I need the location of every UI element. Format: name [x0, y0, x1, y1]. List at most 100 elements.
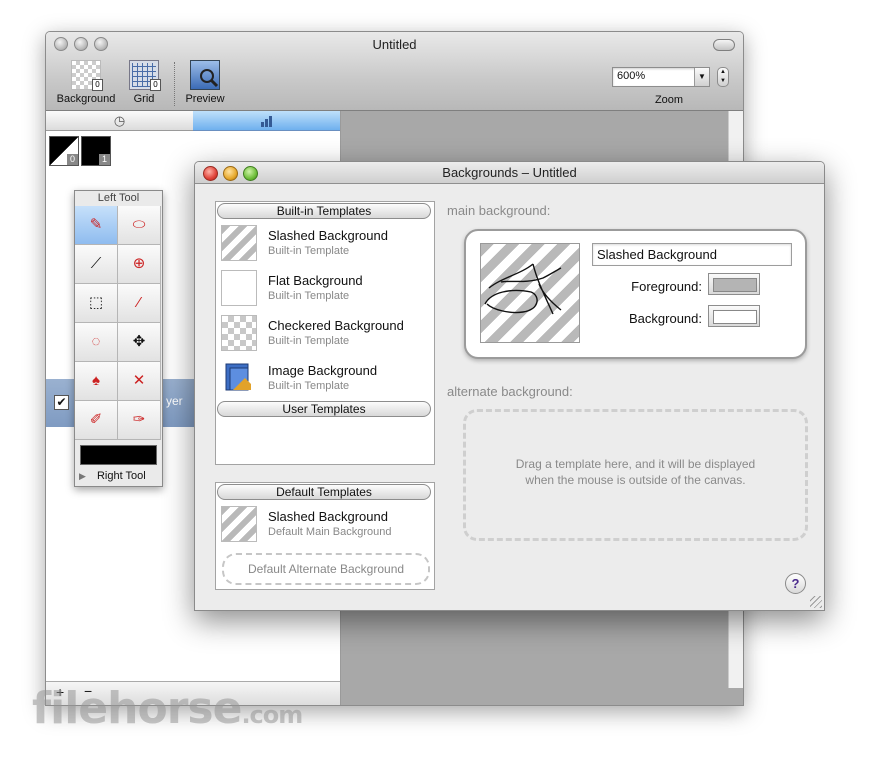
toolbar-background-button[interactable]: 0 Background [52, 60, 120, 105]
tab-layers[interactable] [193, 111, 340, 131]
user-templates-header: User Templates [217, 401, 431, 417]
scribble-icon [484, 263, 562, 315]
default-templates-box: Default Templates Slashed Background Def… [215, 482, 435, 590]
backgrounds-window: Backgrounds – Untitled Built-in Template… [194, 161, 825, 611]
color-swatch-1[interactable]: 1 [81, 136, 111, 166]
builtin-templates-header: Built-in Templates [217, 203, 431, 219]
preview-magnifier-icon [190, 60, 220, 90]
foreground-color [713, 278, 757, 292]
default-templates-header: Default Templates [217, 484, 431, 500]
flat-thumbnail [221, 270, 257, 306]
swatch-badge: 0 [67, 154, 78, 165]
pencil-icon: ✎ [89, 216, 103, 233]
toolbar-background-label: Background [56, 93, 116, 105]
badge-icon: 0 [92, 79, 103, 91]
toolbar-preview-button[interactable]: Preview [182, 60, 228, 105]
background-color-well[interactable] [708, 305, 760, 327]
eraser-brush-tool[interactable]: ✑ [118, 401, 161, 440]
window-title: Backgrounds – Untitled [442, 165, 577, 180]
brush-tool[interactable]: ✐ [75, 401, 118, 440]
right-tool-disclosure[interactable]: ▶ Right Tool [75, 470, 162, 482]
filehorse-watermark: filehorse.com [32, 683, 303, 734]
main-background-well[interactable]: Slashed Background Foreground: Backgroun… [464, 229, 807, 359]
zoom-combo[interactable]: 600% ▼ [612, 67, 710, 87]
tab-history[interactable]: ◷ [46, 111, 194, 131]
template-name: Image Background [268, 363, 378, 378]
brush-icon: ✐ [89, 411, 103, 428]
template-item-flat[interactable]: Flat Background Built-in Template [216, 267, 432, 311]
template-item-image[interactable]: Image Background Built-in Template [216, 357, 432, 401]
window-title: Untitled [372, 37, 417, 52]
templates-list[interactable]: Built-in Templates Slashed Background Bu… [215, 201, 435, 465]
template-name: Checkered Background [268, 318, 404, 333]
alternate-background-label: alternate background: [447, 384, 573, 399]
alternate-drop-hint: Drag a template here, and it will be dis… [466, 456, 805, 488]
triangle-right-icon: ▶ [79, 471, 86, 481]
eyedropper-tool[interactable]: ⟋ [75, 245, 118, 284]
zoom-stepper[interactable]: ▲ ▼ [717, 67, 729, 87]
main-background-preview [480, 243, 580, 343]
foreground-label: Foreground: [631, 279, 702, 294]
zoom-value: 600% [617, 70, 646, 82]
toolbar-toggle-button[interactable] [713, 39, 735, 51]
background-icon: 0 [71, 60, 103, 91]
template-subtitle: Built-in Template [268, 245, 350, 257]
magic-wand-tool[interactable]: ⁄ [118, 284, 161, 323]
palette-title: Left Tool [97, 192, 140, 204]
badge-icon: 0 [150, 79, 161, 91]
magic-wand-icon: ⁄ [137, 294, 141, 311]
background-label: Background: [629, 311, 702, 326]
zoom-icon: ⊕ [132, 255, 146, 272]
layer-visible-checkbox[interactable]: ✔ [54, 395, 69, 410]
toolbar-separator [174, 62, 176, 106]
backgrounds-titlebar: Backgrounds – Untitled [195, 162, 824, 184]
default-alternate-drop-slot[interactable]: Default Alternate Background [222, 553, 430, 585]
resize-grip-icon[interactable] [810, 596, 822, 608]
lasso-tool[interactable]: ◌ [75, 323, 118, 362]
checkered-thumbnail [221, 315, 257, 351]
selection-tool[interactable]: ⬚ [75, 284, 118, 323]
toolbar-preview-label: Preview [185, 93, 225, 105]
tool-palette: Left Tool ✎ ⬭ ⟋ ⊕ ⬚ ⁄ ◌ ✥ ♠ ✕ ✐ ✑ ▶ Righ… [74, 190, 163, 487]
template-name: Slashed Background [268, 228, 388, 243]
alternate-background-drop-zone[interactable]: Drag a template here, and it will be dis… [463, 409, 808, 541]
watermark-suffix: .com [241, 701, 303, 729]
layer-name: yer [166, 394, 183, 408]
watermark-text: filehorse [32, 683, 242, 734]
eraser-brush-icon: ✑ [132, 411, 146, 428]
move-tool[interactable]: ✥ [118, 323, 161, 362]
zoom-tool[interactable]: ⊕ [118, 245, 161, 284]
template-item-checkered[interactable]: Checkered Background Built-in Template [216, 312, 432, 356]
eraser-tool[interactable]: ⬭ [118, 206, 161, 245]
main-background-label: main background: [447, 203, 551, 218]
template-subtitle: Built-in Template [268, 380, 350, 392]
slashed-thumbnail [221, 506, 257, 542]
chevron-down-icon[interactable]: ▼ [694, 68, 709, 86]
default-main-item[interactable]: Slashed Background Default Main Backgrou… [216, 503, 432, 547]
background-name-field[interactable]: Slashed Background [592, 243, 792, 266]
eraser-icon: ⬭ [132, 216, 146, 233]
background-color [713, 310, 757, 324]
main-titlebar: Untitled 0 Background 0 Grid Preview 600… [46, 32, 743, 111]
line-icon: ✕ [132, 372, 146, 389]
image-background-icon [221, 360, 255, 394]
template-item-slashed[interactable]: Slashed Background Built-in Template [216, 222, 432, 266]
help-button[interactable]: ? [785, 573, 806, 594]
grid-icon: 0 [129, 60, 161, 91]
line-tool[interactable]: ✕ [118, 362, 161, 401]
right-tool-label: Right Tool [96, 470, 146, 482]
color-swatch-0[interactable]: 0 [49, 136, 79, 166]
toolbar-grid-button[interactable]: 0 Grid [126, 60, 162, 105]
background-name-value: Slashed Background [597, 247, 717, 262]
paint-bucket-tool[interactable]: ♠ [75, 362, 118, 401]
right-tool-swatch[interactable] [80, 445, 157, 465]
lasso-icon: ◌ [91, 333, 101, 350]
template-subtitle: Built-in Template [268, 290, 350, 302]
drop-hint-line-1: Drag a template here, and it will be dis… [515, 457, 756, 471]
template-name: Flat Background [268, 273, 363, 288]
template-name: Slashed Background [268, 509, 388, 524]
pencil-tool[interactable]: ✎ [75, 206, 118, 245]
move-icon: ✥ [132, 333, 146, 350]
slashed-thumbnail [221, 225, 257, 261]
foreground-color-well[interactable] [708, 273, 760, 295]
